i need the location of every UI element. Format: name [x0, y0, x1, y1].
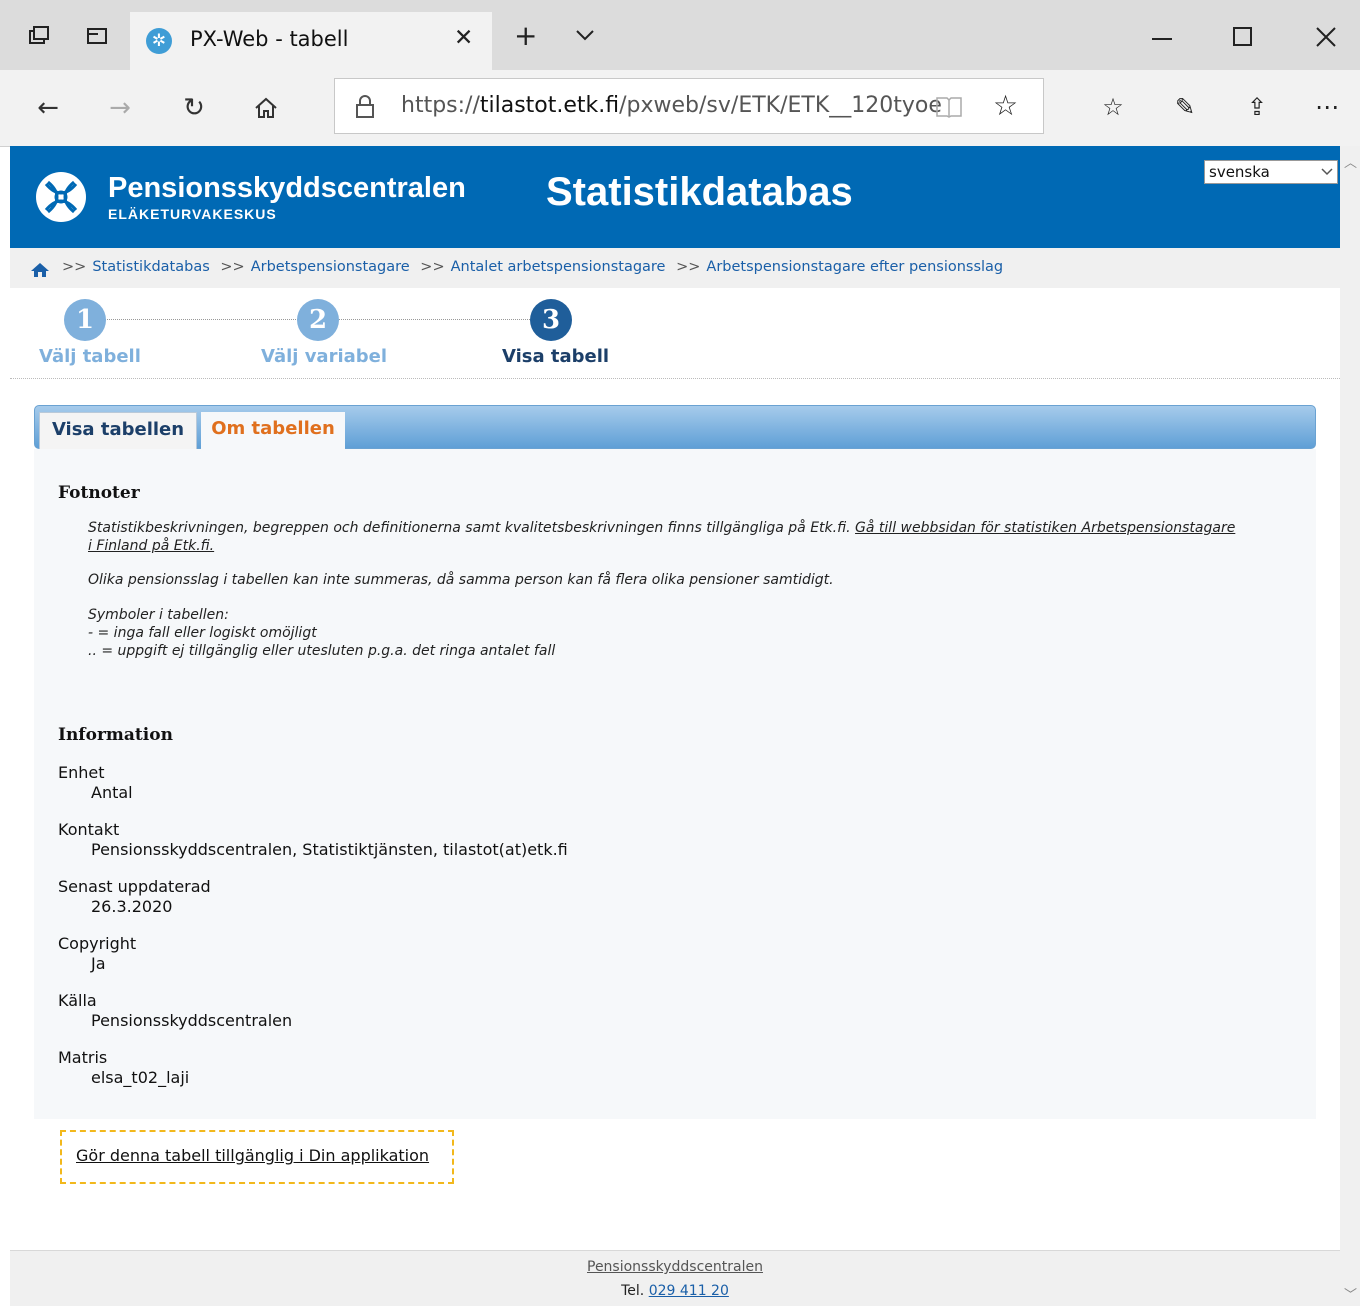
- tab-show-table[interactable]: Visa tabellen: [39, 412, 197, 450]
- phone-label: Tel.: [621, 1283, 649, 1299]
- forward-icon[interactable]: →: [102, 90, 138, 126]
- logo-icon[interactable]: [34, 170, 88, 224]
- browser-toolbar: ← → ↻ https://tilastot.etk.fi/pxweb/sv/E…: [0, 70, 1360, 147]
- maximize-icon[interactable]: [1230, 24, 1260, 50]
- breadcrumb-item[interactable]: Statistikdatabas: [92, 259, 209, 275]
- breadcrumb-item[interactable]: Arbetspensionstagare: [251, 259, 410, 275]
- info-label-unit: Enhet: [58, 763, 105, 782]
- breadcrumb-trail: >> Statistikdatabas >> Arbetspensionstagar…: [56, 259, 1003, 275]
- app-link-box: Gör denna tabell tillgänglig i Din appli…: [60, 1130, 454, 1184]
- step-1-circle[interactable]: 1: [64, 299, 106, 341]
- tab-title: PX-Web - tabell: [190, 27, 349, 51]
- language-value: svenska: [1209, 163, 1270, 181]
- footnotes-heading: Fotnoter: [58, 483, 140, 503]
- about-table-panel: Fotnoter Statistikbeskrivningen, begrepp…: [34, 449, 1316, 1119]
- more-icon[interactable]: ⋯: [1310, 90, 1344, 124]
- footnote-text: Statistikbeskrivningen, begreppen och de…: [88, 519, 1238, 555]
- site-title: Statistikdatabas: [546, 170, 853, 214]
- breadcrumb-separator: >>: [62, 259, 87, 275]
- table-tabs: Visa tabellen Om tabellen: [34, 405, 1316, 450]
- info-label-updated: Senast uppdaterad: [58, 877, 211, 896]
- back-icon[interactable]: ←: [30, 90, 66, 126]
- browser-titlebar: ✲ PX-Web - tabell ✕ +: [0, 0, 1360, 70]
- set-tabs-aside-icon[interactable]: [28, 26, 50, 46]
- pen-icon[interactable]: ✎: [1168, 90, 1202, 124]
- info-label-matrix: Matris: [58, 1048, 108, 1067]
- step-3-label: Visa tabell: [502, 346, 610, 367]
- info-value-contact: Pensionsskyddscentralen, Statistiktjänst…: [91, 840, 568, 859]
- chevron-down-icon[interactable]: [574, 24, 596, 46]
- step-3-circle: 3: [530, 299, 572, 341]
- make-table-available-link[interactable]: Gör denna tabell tillgänglig i Din appli…: [76, 1146, 429, 1165]
- new-tab-icon[interactable]: +: [514, 22, 537, 50]
- step-1-label[interactable]: Välj tabell: [39, 346, 141, 367]
- tab-preview-icon[interactable]: [86, 26, 108, 46]
- info-label-copyright: Copyright: [58, 934, 137, 953]
- url-text: https://tilastot.etk.fi/pxweb/sv/ETK/ETK…: [401, 93, 942, 118]
- symbols-legend: Symboler i tabellen: - = inga fall eller…: [88, 606, 555, 660]
- breadcrumb-item[interactable]: Antalet arbetspensionstagare: [451, 259, 666, 275]
- web-page: Pensionsskyddscentralen ELÄKETURVAKESKUS…: [10, 146, 1340, 1306]
- information-heading: Information: [58, 725, 173, 745]
- home-icon[interactable]: [248, 90, 284, 126]
- browser-tab[interactable]: ✲ PX-Web - tabell ✕: [130, 12, 492, 70]
- breadcrumb-separator: >>: [420, 259, 445, 275]
- info-label-source: Källa: [58, 991, 97, 1010]
- favorites-list-icon[interactable]: ☆: [1096, 90, 1130, 124]
- scroll-down-icon[interactable]: ﹀: [1344, 1284, 1357, 1303]
- info-value-updated: 26.3.2020: [91, 897, 173, 916]
- breadcrumb: >> Statistikdatabas >> Arbetspensionstagar…: [10, 248, 1340, 288]
- org-subtitle: ELÄKETURVAKESKUS: [108, 206, 277, 222]
- page-footer: Pensionsskyddscentralen Tel. 029 411 20: [10, 1250, 1340, 1306]
- reading-view-icon[interactable]: [935, 95, 963, 119]
- site-header: Pensionsskyddscentralen ELÄKETURVAKESKUS…: [10, 146, 1340, 248]
- info-label-contact: Kontakt: [58, 820, 120, 839]
- footer-org-link[interactable]: Pensionsskyddscentralen: [10, 1259, 1340, 1275]
- breadcrumb-separator: >>: [220, 259, 245, 275]
- breadcrumb-separator: >>: [676, 259, 701, 275]
- footnote-text: Olika pensionsslag i tabellen kan inte s…: [88, 572, 834, 588]
- home-icon[interactable]: [31, 263, 49, 277]
- language-select[interactable]: svenska: [1204, 160, 1338, 184]
- chevron-down-icon: [1320, 165, 1334, 179]
- info-value-copyright: Ja: [91, 954, 106, 973]
- minimize-icon[interactable]: [1148, 24, 1178, 50]
- share-icon[interactable]: ⇪: [1240, 90, 1274, 124]
- footnote-description: Statistikbeskrivningen, begreppen och de…: [88, 520, 856, 536]
- symbols-title: Symboler i tabellen:: [88, 607, 229, 623]
- footer-phone: Tel. 029 411 20: [10, 1283, 1340, 1299]
- breadcrumb-item[interactable]: Arbetspensionstagare efter pensionsslag: [706, 259, 1003, 275]
- favicon-icon: ✲: [146, 28, 172, 54]
- scroll-up-icon[interactable]: ︿: [1344, 152, 1357, 171]
- step-indicator: 1 Välj tabell 2 Välj variabel 3 Visa tab…: [10, 288, 1340, 379]
- tab-about-table[interactable]: Om tabellen: [201, 412, 345, 450]
- info-value-unit: Antal: [91, 783, 133, 802]
- refresh-icon[interactable]: ↻: [176, 90, 212, 126]
- symbol-item: - = inga fall eller logiskt omöjligt: [88, 625, 317, 641]
- close-tab-icon[interactable]: ✕: [454, 25, 473, 51]
- phone-link[interactable]: 029 411 20: [649, 1283, 729, 1299]
- info-value-matrix: elsa_t02_laji: [91, 1068, 190, 1087]
- org-name[interactable]: Pensionsskyddscentralen: [108, 172, 466, 205]
- info-value-source: Pensionsskyddscentralen: [91, 1011, 293, 1030]
- step-2-circle[interactable]: 2: [297, 299, 339, 341]
- address-bar[interactable]: https://tilastot.etk.fi/pxweb/sv/ETK/ETK…: [334, 78, 1044, 134]
- close-window-icon[interactable]: [1312, 24, 1342, 50]
- symbol-item: .. = uppgift ej tillgänglig eller uteslu…: [88, 643, 556, 659]
- lock-icon: [355, 95, 375, 119]
- step-2-label[interactable]: Välj variabel: [261, 346, 387, 367]
- vertical-scrollbar[interactable]: ︿ ﹀: [1340, 146, 1360, 1306]
- favorite-star-icon[interactable]: ☆: [993, 89, 1018, 122]
